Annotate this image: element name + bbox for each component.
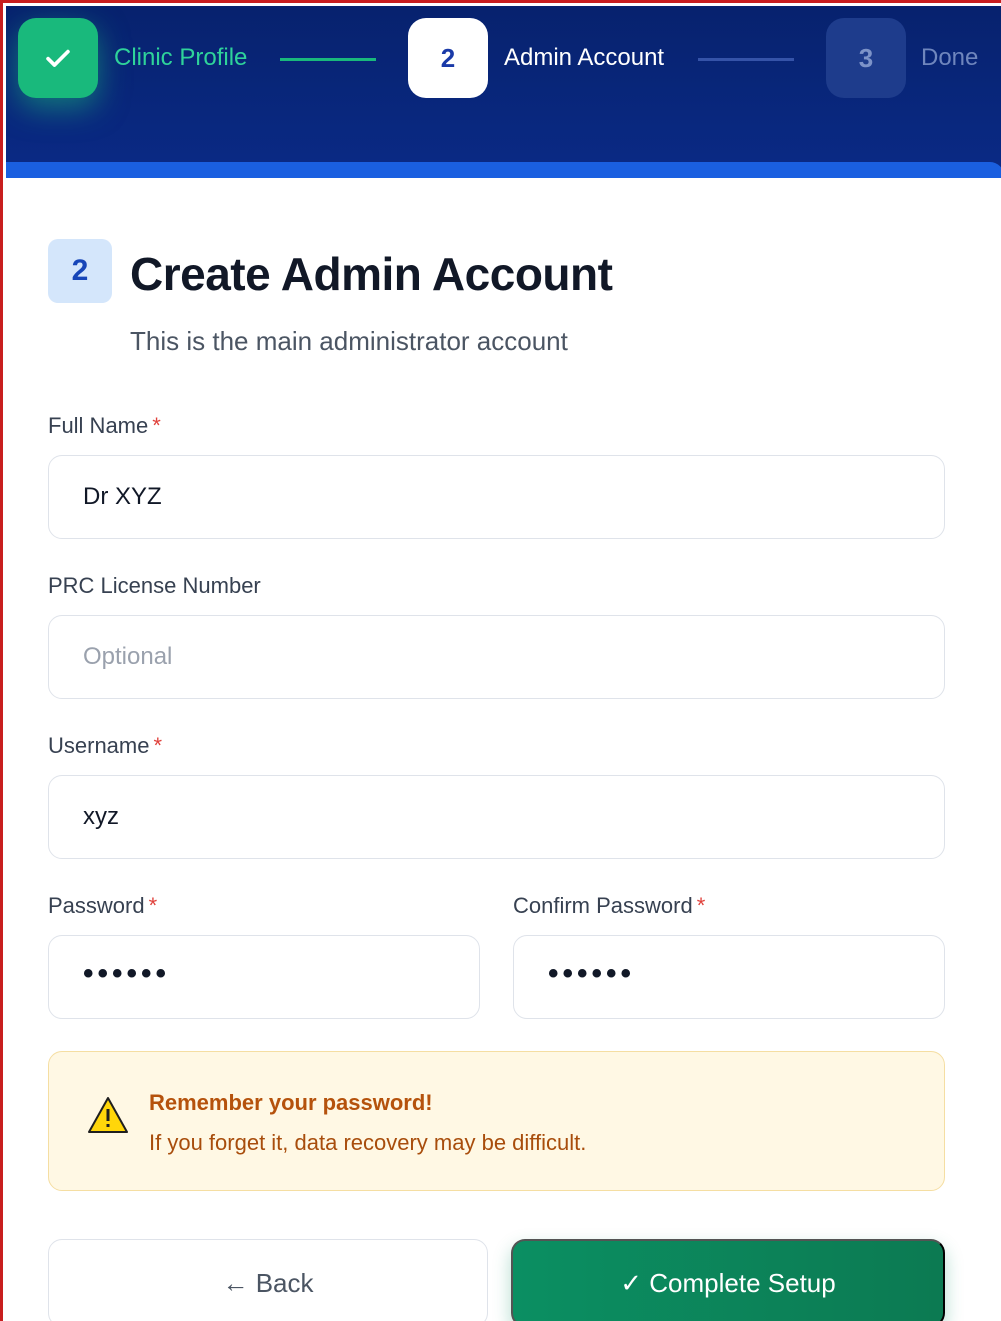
page-title: Create Admin Account: [130, 248, 613, 300]
required-marker: *: [696, 893, 706, 918]
warning-text: If you forget it, data recovery may be d…: [149, 1130, 587, 1155]
password-warning-alert: Remember your password! If you forget it…: [48, 1051, 945, 1191]
header-accent-bar: [6, 162, 1001, 178]
step-3-label: Done: [921, 44, 979, 71]
step-2-indicator[interactable]: 2: [408, 18, 488, 98]
check-icon: [46, 49, 70, 67]
full-name-label-text: Full Name: [48, 413, 149, 438]
confirm-password-label: Confirm Password *: [513, 893, 705, 919]
full-name-label: Full Name *: [48, 413, 161, 439]
setup-wizard: Clinic Profile 2 Admin Account 3 Done 2 …: [0, 0, 1001, 1321]
step-2-label[interactable]: Admin Account: [504, 44, 664, 72]
page-subtitle: This is the main administrator account: [130, 326, 568, 356]
warning-icon: [88, 1097, 128, 1133]
step-1-label[interactable]: Clinic Profile: [114, 44, 247, 72]
password-label-text: Password: [48, 893, 145, 918]
back-button[interactable]: ← Back: [48, 1239, 488, 1321]
section-number-badge: 2: [48, 239, 112, 303]
stepper-header: Clinic Profile 2 Admin Account 3 Done: [6, 6, 1001, 178]
password-input[interactable]: ••••••: [48, 935, 480, 1019]
step-connector-2: [698, 58, 794, 61]
prc-license-input[interactable]: Optional: [48, 615, 945, 699]
step-1-indicator[interactable]: [18, 18, 98, 98]
required-marker: *: [153, 733, 163, 758]
required-marker: *: [152, 413, 161, 438]
step-connector-1: [280, 58, 376, 61]
prc-license-label: PRC License Number: [48, 573, 261, 599]
full-name-input[interactable]: Dr XYZ: [48, 455, 945, 539]
required-marker: *: [148, 893, 158, 918]
prc-license-label-text: PRC License Number: [48, 573, 261, 598]
complete-setup-button[interactable]: ✓ Complete Setup: [511, 1239, 945, 1321]
username-label-text: Username: [48, 733, 150, 758]
username-input[interactable]: xyz: [48, 775, 945, 859]
confirm-password-input[interactable]: ••••••: [513, 935, 945, 1019]
confirm-password-label-text: Confirm Password: [513, 893, 693, 918]
warning-title: Remember your password!: [149, 1090, 433, 1115]
step-3-indicator: 3: [826, 18, 906, 98]
password-label: Password *: [48, 893, 157, 919]
username-label: Username *: [48, 733, 162, 759]
